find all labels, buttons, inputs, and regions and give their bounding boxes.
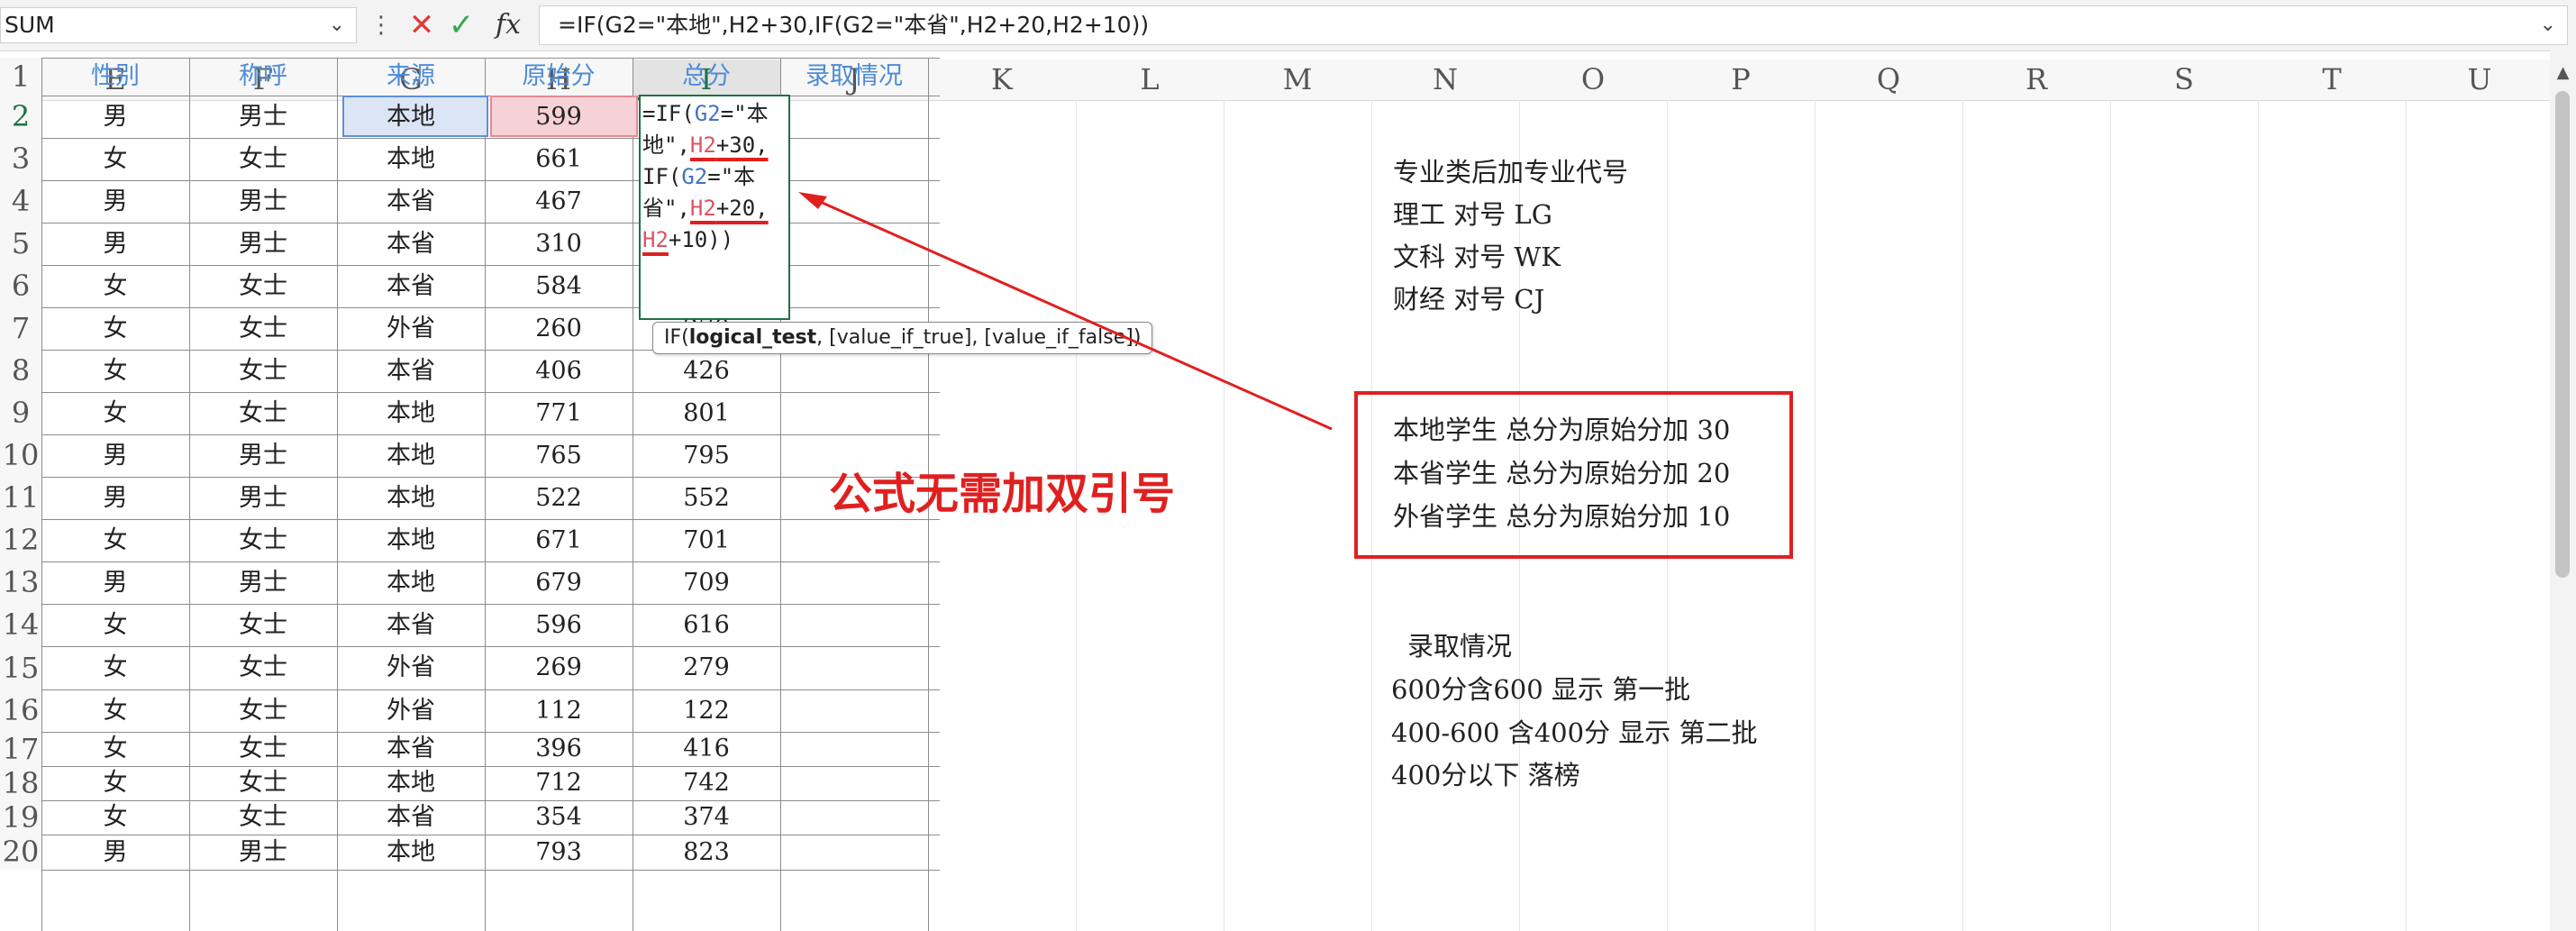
annotation-arrow bbox=[798, 192, 1333, 431]
